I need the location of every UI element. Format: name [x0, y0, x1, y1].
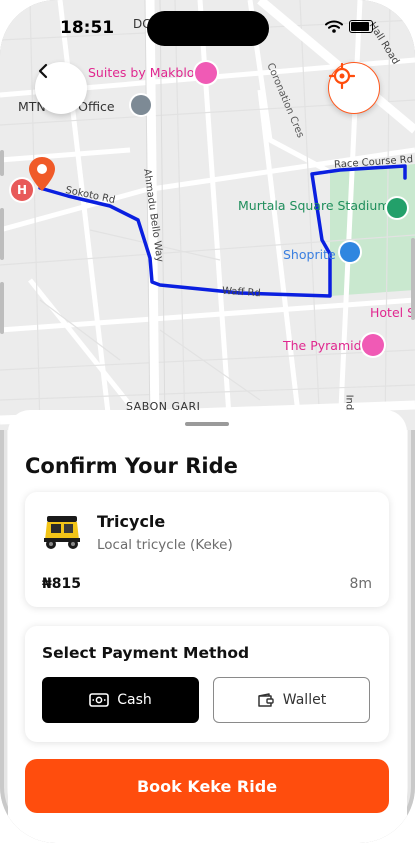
chevron-left-icon: [38, 63, 48, 79]
crosshair-icon: [329, 63, 355, 89]
ride-description: Local tricycle (Keke): [97, 537, 233, 553]
recenter-button[interactable]: [328, 62, 380, 114]
hotel-pin-icon[interactable]: [362, 334, 384, 356]
side-button: [411, 238, 415, 320]
place-label[interactable]: Hotel S: [370, 305, 415, 320]
payment-method-card: Select Payment Method Cash Wallet: [25, 626, 389, 742]
status-icons: [325, 20, 373, 33]
cash-icon: [89, 693, 110, 707]
wifi-icon: [325, 20, 343, 33]
confirm-ride-sheet: Confirm Your Ride Tricycle Local tricycl…: [8, 410, 407, 843]
park-pin-icon[interactable]: [387, 198, 407, 218]
tricycle-image: [44, 516, 80, 549]
location-pin-icon: [29, 157, 55, 191]
side-button: [0, 150, 4, 176]
book-ride-button[interactable]: Book Keke Ride: [25, 759, 389, 813]
wallet-payment-button[interactable]: Wallet: [213, 677, 370, 723]
ride-option-card[interactable]: Tricycle Local tricycle (Keke) ₦815 8m: [25, 492, 389, 607]
place-label[interactable]: Shoprite: [283, 247, 336, 262]
status-time: 18:51: [60, 18, 115, 38]
ride-price: ₦815: [42, 576, 81, 592]
map-view[interactable]: Suites by Makblo MTN … d Office Coronati…: [0, 0, 415, 430]
cash-label: Cash: [117, 692, 152, 708]
battery-icon: [349, 20, 373, 33]
place-label[interactable]: Murtala Square Stadium: [238, 198, 390, 213]
wallet-label: Wallet: [282, 692, 327, 708]
wallet-icon: [258, 692, 274, 707]
hotel-pin-icon[interactable]: [195, 62, 217, 84]
ride-eta: 8m: [349, 576, 372, 592]
cash-payment-button[interactable]: Cash: [42, 677, 199, 723]
phone-frame: Suites by Makblo MTN … d Office Coronati…: [0, 0, 415, 843]
office-pin-icon[interactable]: [131, 95, 151, 115]
back-button[interactable]: [35, 62, 87, 114]
sheet-title: Confirm Your Ride: [25, 454, 238, 478]
payment-title: Select Payment Method: [42, 644, 250, 662]
shopping-pin-icon[interactable]: [340, 242, 360, 262]
side-button: [0, 282, 4, 334]
ride-name: Tricycle: [97, 512, 166, 531]
place-label[interactable]: Suites by Makblo: [88, 65, 194, 80]
sheet-handle[interactable]: [185, 422, 229, 426]
dynamic-island: [147, 11, 269, 46]
side-button: [0, 208, 4, 260]
place-label[interactable]: The Pyramid: [283, 338, 362, 353]
